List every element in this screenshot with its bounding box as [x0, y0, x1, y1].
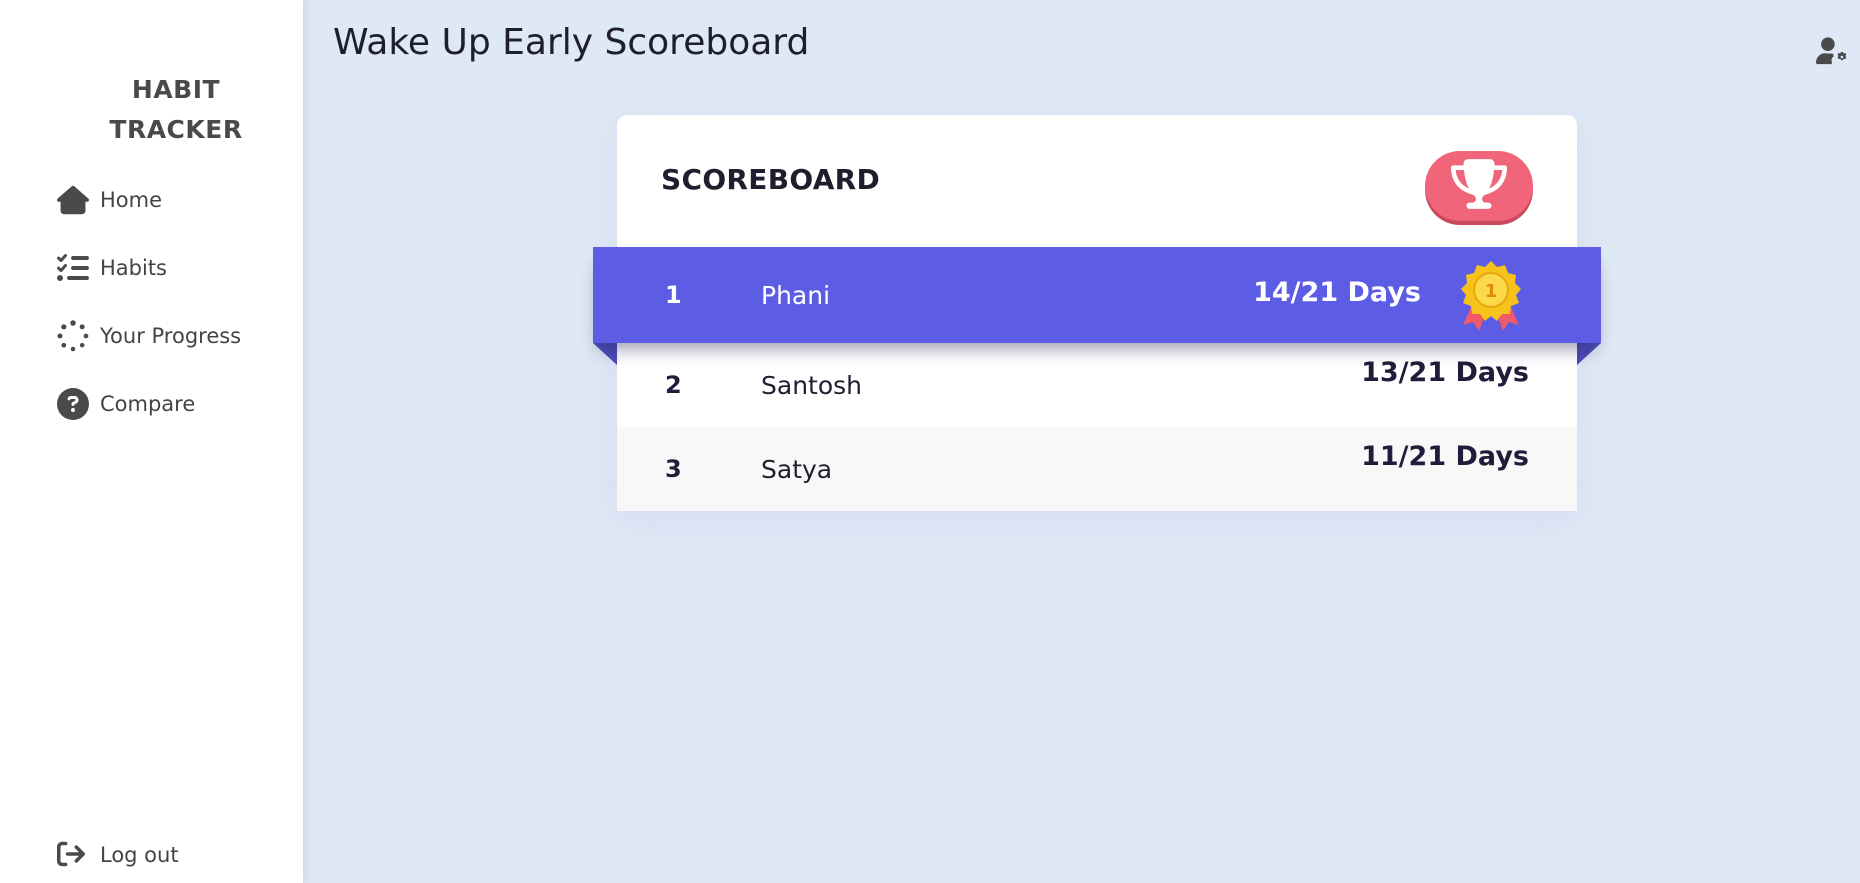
- question-circle-icon: [56, 387, 90, 421]
- rank: 1: [665, 281, 682, 309]
- sidebar-item-label: Compare: [100, 392, 196, 416]
- list-check-icon: [56, 251, 90, 285]
- sidebar-item-compare[interactable]: Compare: [56, 384, 241, 424]
- sidebar-item-label: Home: [100, 188, 163, 212]
- scoreboard-row: 3 Satya 11/21 Days: [617, 427, 1577, 511]
- sidebar: HABIT TRACKER Home Habits Your Progress: [0, 0, 303, 883]
- sidebar-item-habits[interactable]: Habits: [56, 248, 241, 288]
- sidebar-item-home[interactable]: Home: [56, 180, 241, 220]
- logout-label: Log out: [100, 843, 179, 867]
- rank: 2: [665, 371, 682, 399]
- player-name: Santosh: [761, 370, 863, 400]
- brand-line2: TRACKER: [109, 115, 243, 144]
- player-name: Satya: [761, 454, 833, 484]
- ribbon-fold-right: [1577, 343, 1601, 365]
- svg-text:1: 1: [1485, 281, 1498, 302]
- rank: 3: [665, 455, 682, 483]
- sidebar-item-label: Habits: [100, 256, 167, 280]
- logout-button[interactable]: Log out: [56, 840, 179, 870]
- sidebar-item-label: Your Progress: [100, 324, 242, 348]
- sidebar-nav: Home Habits Your Progress Compare: [56, 180, 241, 452]
- scoreboard-heading: SCOREBOARD: [661, 163, 881, 196]
- sidebar-item-progress[interactable]: Your Progress: [56, 316, 241, 356]
- user-gear-icon: [1816, 37, 1850, 70]
- scoreboard-list: 1 Phani 14/21 Days 1 2 Santosh 13/21 Day…: [593, 247, 1601, 511]
- ribbon-fold-left: [593, 343, 617, 365]
- page-title: Wake Up Early Scoreboard: [333, 22, 810, 63]
- brand-line1: HABIT: [131, 75, 221, 104]
- home-icon: [56, 183, 90, 217]
- user-settings-button[interactable]: [1816, 36, 1850, 66]
- days-score: 11/21 Days: [1361, 441, 1529, 472]
- trophy-icon: [1451, 157, 1507, 215]
- scoreboard-row: 2 Santosh 13/21 Days: [617, 343, 1577, 427]
- days-score: 14/21 Days: [1253, 277, 1421, 308]
- app-logo-text: HABIT TRACKER: [0, 70, 352, 150]
- days-score: 13/21 Days: [1361, 357, 1529, 388]
- scoreboard-row-first: 1 Phani 14/21 Days 1: [593, 247, 1601, 343]
- spinner-icon: [56, 319, 90, 353]
- player-name: Phani: [761, 280, 831, 310]
- trophy-button[interactable]: [1425, 151, 1533, 221]
- scoreboard-card: SCOREBOARD 1 Phani 14/21 Days 1 2 Santos…: [593, 115, 1601, 511]
- logout-icon: [56, 840, 90, 870]
- first-place-medal-icon: 1: [1453, 259, 1529, 335]
